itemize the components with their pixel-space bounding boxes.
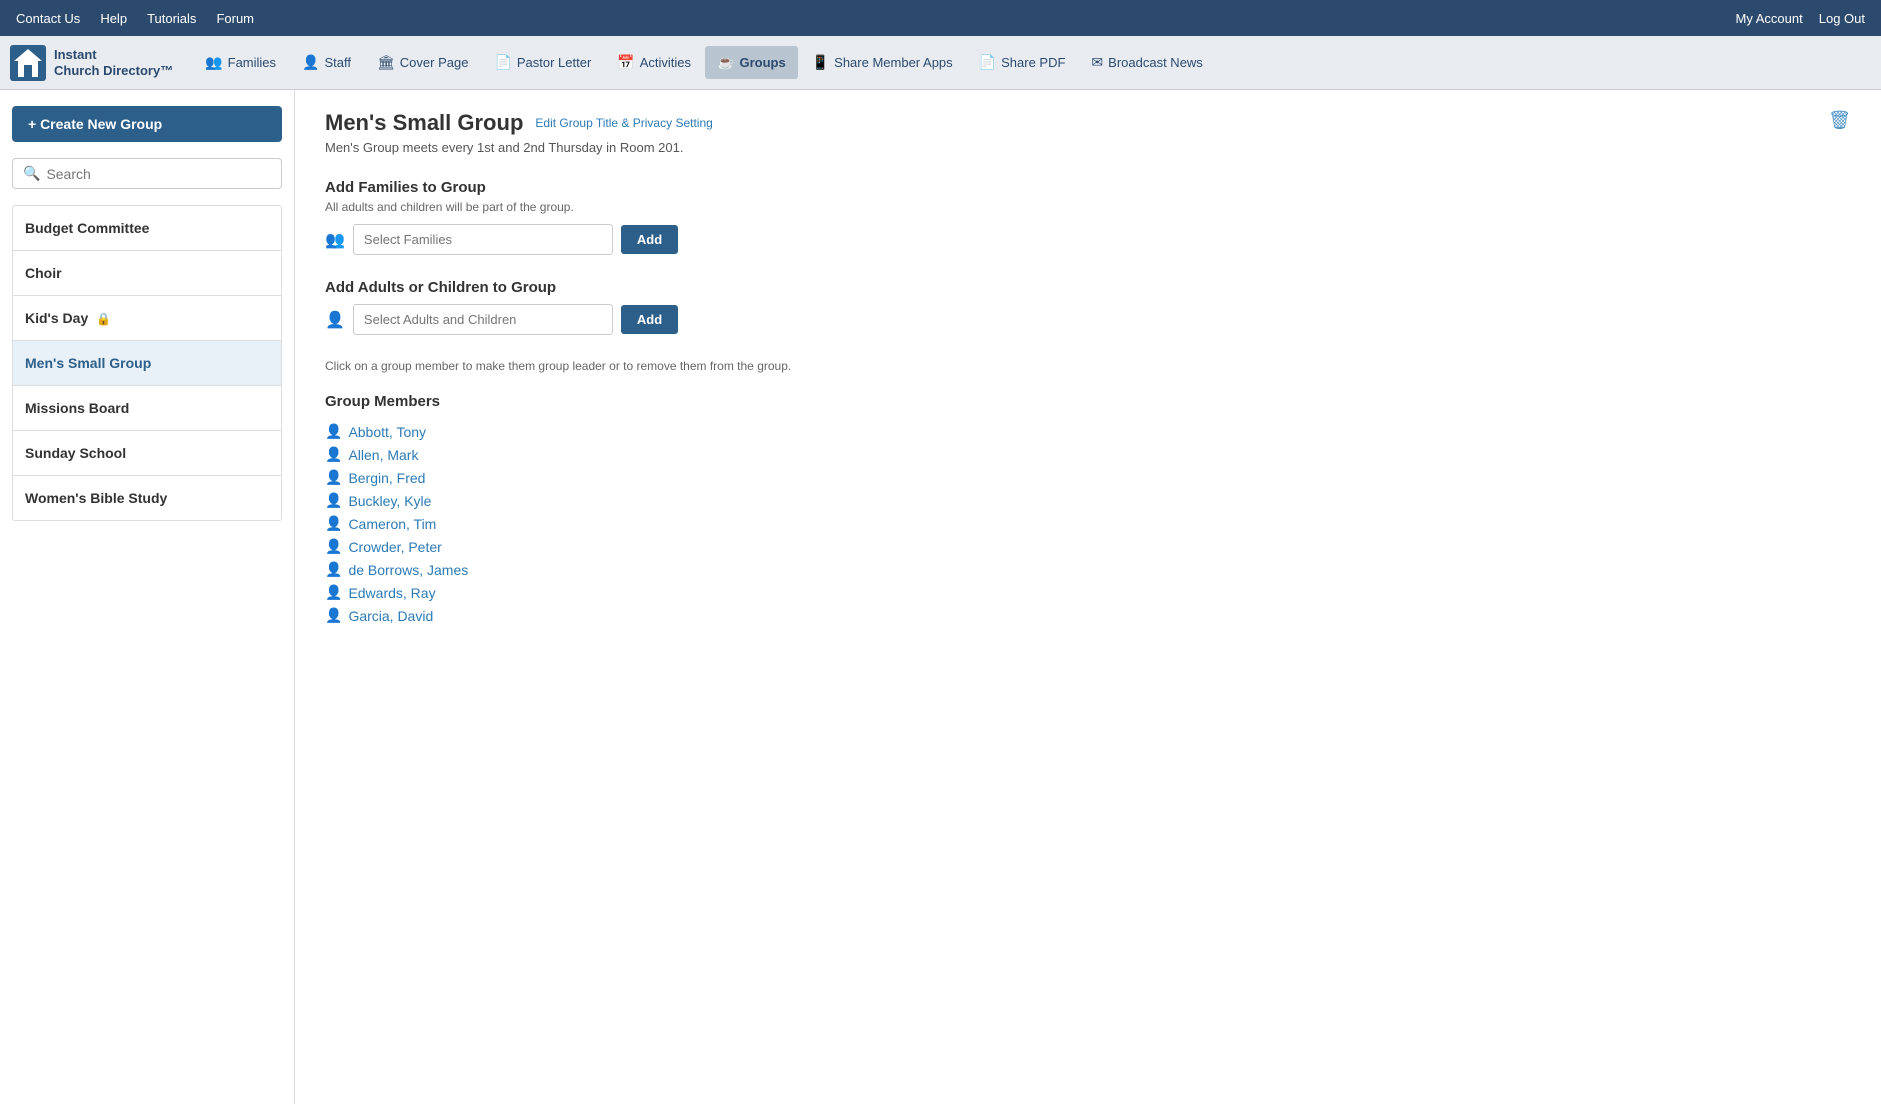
content-area: + Create New Group 🔍 Budget Committee Ch… [0, 90, 1881, 1104]
sidebar: + Create New Group 🔍 Budget Committee Ch… [0, 90, 295, 1104]
members-title: Group Members [325, 393, 1851, 410]
nav-items: 👥 Families 👤 Staff 🏛 Cover Page 📄 Pastor… [193, 46, 1215, 79]
group-list: Budget Committee Choir Kid's Day 🔒 Men's… [12, 205, 282, 521]
select-families-input[interactable] [353, 224, 613, 255]
group-description: Men's Group meets every 1st and 2nd Thur… [325, 140, 1851, 155]
member-item[interactable]: 👤 Buckley, Kyle [325, 489, 1851, 512]
member-icon: 👤 [325, 561, 342, 578]
nav-contact-us[interactable]: Contact Us [16, 11, 80, 26]
member-icon: 👤 [325, 446, 342, 463]
families-icon: 👥 [205, 54, 222, 71]
families-row-icon: 👥 [325, 230, 345, 250]
groups-icon: ☕ [717, 54, 734, 71]
add-adults-section: Add Adults or Children to Group 👤 Add [325, 279, 1851, 335]
search-icon: 🔍 [23, 165, 40, 182]
logo-text: Instant Church Directory™ [54, 47, 173, 78]
member-name[interactable]: Bergin, Fred [348, 470, 425, 486]
group-header: Men's Small Group Edit Group Title & Pri… [325, 110, 1851, 136]
search-box: 🔍 [12, 158, 282, 189]
member-item[interactable]: 👤 de Borrows, James [325, 558, 1851, 581]
group-list-item-kids-day[interactable]: Kid's Day 🔒 [13, 296, 281, 341]
add-families-button[interactable]: Add [621, 225, 678, 254]
nav-share-member-apps[interactable]: 📱 Share Member Apps [800, 46, 965, 79]
staff-icon: 👤 [302, 54, 319, 71]
pastor-letter-icon: 📄 [494, 54, 511, 71]
member-icon: 👤 [325, 538, 342, 555]
logo-area: Instant Church Directory™ [10, 45, 173, 81]
add-families-section: Add Families to Group All adults and chi… [325, 179, 1851, 255]
top-nav-left: Contact Us Help Tutorials Forum [16, 11, 254, 26]
member-item[interactable]: 👤 Edwards, Ray [325, 581, 1851, 604]
add-families-row: 👥 Add [325, 224, 1851, 255]
member-icon: 👤 [325, 515, 342, 532]
add-families-subtitle: All adults and children will be part of … [325, 200, 1851, 214]
member-item[interactable]: 👤 Crowder, Peter [325, 535, 1851, 558]
nav-share-pdf[interactable]: 📄 Share PDF [967, 46, 1078, 79]
nav-activities[interactable]: 📅 Activities [605, 46, 703, 79]
click-hint: Click on a group member to make them gro… [325, 359, 1851, 373]
member-name[interactable]: Allen, Mark [348, 447, 418, 463]
top-nav: Contact Us Help Tutorials Forum My Accou… [0, 0, 1881, 36]
log-out-link[interactable]: Log Out [1819, 11, 1865, 26]
lock-icon: 🔒 [96, 312, 111, 326]
group-title: Men's Small Group [325, 110, 523, 136]
my-account-link[interactable]: My Account [1736, 11, 1803, 26]
member-item[interactable]: 👤 Bergin, Fred [325, 466, 1851, 489]
nav-tutorials[interactable]: Tutorials [147, 11, 196, 26]
member-name[interactable]: Crowder, Peter [348, 539, 441, 555]
nav-pastor-letter[interactable]: 📄 Pastor Letter [482, 46, 603, 79]
add-adults-row: 👤 Add [325, 304, 1851, 335]
group-list-item-budget-committee[interactable]: Budget Committee [13, 206, 281, 251]
main-content: Men's Small Group Edit Group Title & Pri… [295, 90, 1881, 1104]
adults-row-icon: 👤 [325, 310, 345, 330]
group-list-item-sunday-school[interactable]: Sunday School [13, 431, 281, 476]
member-name[interactable]: Edwards, Ray [348, 585, 435, 601]
nav-help[interactable]: Help [100, 11, 127, 26]
create-group-button[interactable]: + Create New Group [12, 106, 282, 142]
member-item[interactable]: 👤 Garcia, David [325, 604, 1851, 627]
main-nav: Instant Church Directory™ 👥 Families 👤 S… [0, 36, 1881, 90]
member-icon: 👤 [325, 469, 342, 486]
members-list: 👤 Abbott, Tony 👤 Allen, Mark 👤 Bergin, F… [325, 420, 1851, 627]
add-adults-title: Add Adults or Children to Group [325, 279, 1851, 296]
add-families-title: Add Families to Group [325, 179, 1851, 196]
nav-families[interactable]: 👥 Families [193, 46, 288, 79]
member-name[interactable]: Garcia, David [348, 608, 433, 624]
top-nav-right: My Account Log Out [1736, 11, 1865, 26]
member-item[interactable]: 👤 Cameron, Tim [325, 512, 1851, 535]
cover-page-icon: 🏛 [377, 54, 395, 71]
group-list-item-choir[interactable]: Choir [13, 251, 281, 296]
nav-forum[interactable]: Forum [216, 11, 254, 26]
member-icon: 👤 [325, 584, 342, 601]
member-name[interactable]: Buckley, Kyle [348, 493, 431, 509]
member-name[interactable]: Cameron, Tim [348, 516, 436, 532]
nav-staff[interactable]: 👤 Staff [290, 46, 363, 79]
member-icon: 👤 [325, 607, 342, 624]
group-list-item-mens-small-group[interactable]: Men's Small Group [13, 341, 281, 386]
member-item[interactable]: 👤 Abbott, Tony [325, 420, 1851, 443]
member-name[interactable]: de Borrows, James [348, 562, 468, 578]
share-pdf-icon: 📄 [979, 54, 996, 71]
select-adults-input[interactable] [353, 304, 613, 335]
group-title-area: Men's Small Group Edit Group Title & Pri… [325, 110, 713, 136]
member-name[interactable]: Abbott, Tony [348, 424, 426, 440]
delete-group-icon[interactable]: 🗑 [1828, 110, 1851, 131]
member-icon: 👤 [325, 423, 342, 440]
activities-icon: 📅 [617, 54, 634, 71]
search-input[interactable] [46, 166, 271, 182]
group-list-item-womens-bible-study[interactable]: Women's Bible Study [13, 476, 281, 520]
edit-group-link[interactable]: Edit Group Title & Privacy Setting [535, 116, 712, 130]
member-icon: 👤 [325, 492, 342, 509]
broadcast-news-icon: ✉ [1091, 54, 1103, 71]
share-member-apps-icon: 📱 [812, 54, 829, 71]
nav-groups[interactable]: ☕ Groups [705, 46, 798, 79]
nav-cover-page[interactable]: 🏛 Cover Page [365, 46, 480, 79]
nav-broadcast-news[interactable]: ✉ Broadcast News [1079, 46, 1214, 79]
group-list-item-missions-board[interactable]: Missions Board [13, 386, 281, 431]
add-adults-button[interactable]: Add [621, 305, 678, 334]
member-item[interactable]: 👤 Allen, Mark [325, 443, 1851, 466]
logo-icon [10, 45, 46, 81]
